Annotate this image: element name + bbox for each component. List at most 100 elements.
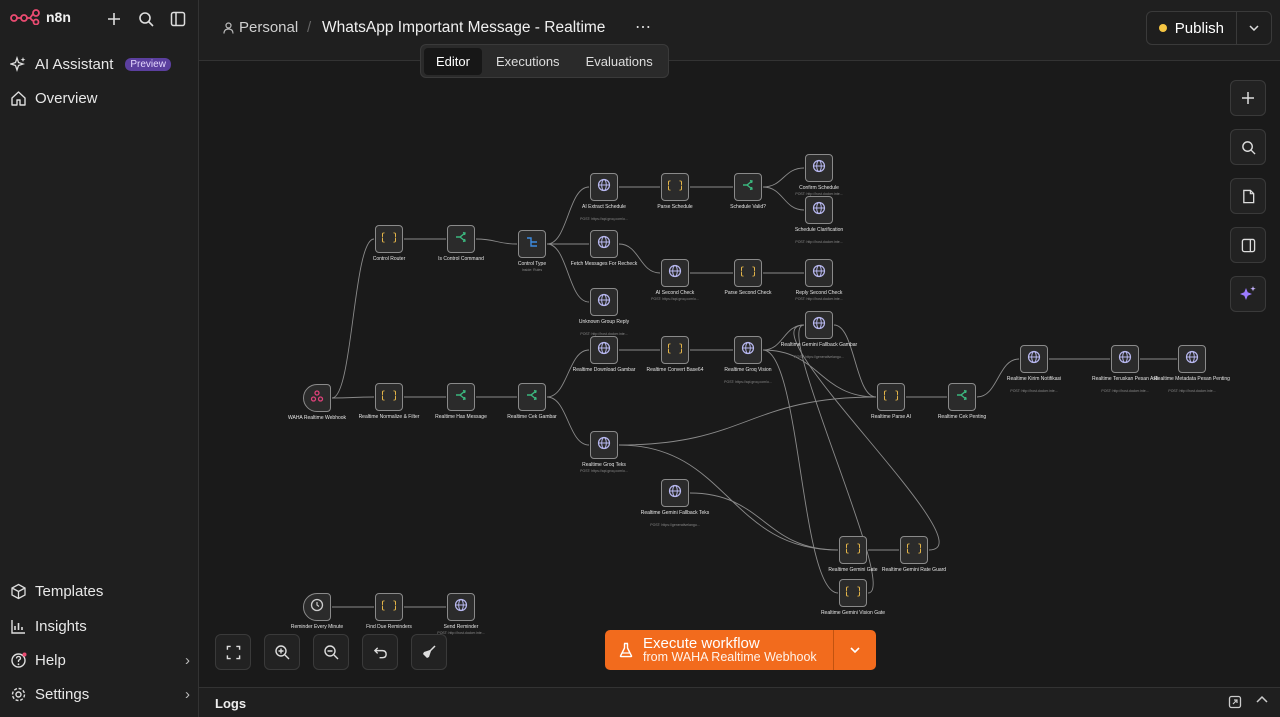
code-icon: { } [379,388,399,407]
chevron-right-icon: › [185,652,190,669]
svg-text:{ }: { } [741,264,755,277]
connection-line[interactable] [331,396,375,399]
workflow-canvas[interactable]: WAHA Realtime Webhook { } Control Router Is… [199,61,1280,687]
workflow-node-sched-valid[interactable] [734,173,762,201]
sticky-note-button[interactable] [1230,178,1266,214]
execute-subtitle: from WAHA Realtime Webhook [643,650,817,665]
http-icon [597,341,611,360]
workflow-node-gemini-fb-gambar[interactable] [805,311,833,339]
sidebar-item-templates[interactable]: Templates [10,583,190,600]
workflow-node-cek-penting[interactable] [948,383,976,411]
connection-line[interactable] [618,243,661,274]
workflow-node-reply-second[interactable] [805,259,833,287]
connection-line[interactable] [546,186,590,245]
publish-dropdown-button[interactable] [1237,12,1271,44]
workflow-node-normalize[interactable]: { } [375,383,403,411]
workflow-node-ai-extract[interactable] [590,173,618,201]
sidebar-item-overview[interactable]: Overview [10,90,190,107]
workflow-node-parse-sched[interactable]: { } [661,173,689,201]
workflow-node-cek-gambar[interactable] [518,383,546,411]
zoom-in-button[interactable] [264,634,300,670]
workflow-node-unknown[interactable] [590,288,618,316]
pop-out-icon[interactable] [1228,695,1242,709]
execute-workflow-button[interactable]: Execute workflow from WAHA Realtime Webh… [605,630,834,670]
sidebar-item-label: Templates [35,583,104,600]
tab-editor[interactable]: Editor [424,47,482,75]
workflow-node-vision-gate[interactable]: { } [839,579,867,607]
connection-line[interactable] [618,396,877,446]
workflow-node-send-rem[interactable] [447,593,475,621]
add-node-button[interactable] [1230,80,1266,116]
tidy-up-button[interactable] [411,634,447,670]
search-nodes-button[interactable] [1230,129,1266,165]
n8n-logo[interactable]: n8n [10,9,71,25]
workflow-node-kirim[interactable] [1020,345,1048,373]
workflow-node-clarify[interactable] [805,196,833,224]
connection-line[interactable] [833,324,877,398]
chevron-right-icon: › [185,686,190,703]
workflow-node-gemini-fb-teks[interactable] [661,479,689,507]
connection-line[interactable] [689,492,839,551]
connection-line[interactable] [475,238,518,245]
sidebar-item-ai-assistant[interactable]: AI Assistant Preview [10,56,190,73]
workflow-node-gemini-gate[interactable]: { } [839,536,867,564]
workflow-node-confirm[interactable] [805,154,833,182]
workflow-name[interactable]: WhatsApp Important Message - Realtime [322,19,605,37]
node-label: Control Type [517,261,547,267]
sidebar-item-label: Help [35,652,66,669]
sidebar-item-insights[interactable]: Insights [10,618,190,635]
collapse-sidebar-icon[interactable] [167,8,189,30]
workflow-node-groq-vision[interactable] [734,336,762,364]
tab-executions[interactable]: Executions [484,48,572,75]
workflow-node-waha[interactable] [303,384,331,412]
search-icon[interactable] [135,8,157,30]
workflow-node-teruskan[interactable] [1111,345,1139,373]
node-subtitle: POST: http://host.docker.inte... [795,297,843,301]
workflow-node-parse-ai[interactable]: { } [877,383,905,411]
connection-line[interactable] [546,349,590,398]
publish-button[interactable]: Publish [1147,12,1237,44]
workflow-node-has-msg[interactable] [447,383,475,411]
connection-line[interactable] [546,396,590,446]
workflow-node-metadata[interactable] [1178,345,1206,373]
tab-evaluations[interactable]: Evaluations [574,48,665,75]
sidebar-item-label: Settings [35,686,90,703]
code-icon: { } [379,598,399,617]
http-icon [1185,350,1199,369]
workflow-node-parse-second[interactable]: { } [734,259,762,287]
chevron-down-icon [1249,25,1259,31]
sparkles-icon [10,56,26,73]
workflow-node-reminder[interactable] [303,593,331,621]
node-label: AI Extract Schedule [582,204,626,210]
sidebar-item-label: AI Assistant [35,56,114,73]
workflow-node-ai-second[interactable] [661,259,689,287]
workflow-node-find-due[interactable]: { } [375,593,403,621]
svg-text:{ }: { } [382,598,396,611]
logs-panel-bar[interactable]: Logs [199,687,1280,717]
fit-view-button[interactable] [215,634,251,670]
more-options-icon[interactable]: ⋯ [635,17,651,37]
workflow-node-is-ctrl[interactable] [447,225,475,253]
workflow-node-ctrl-router[interactable]: { } [375,225,403,253]
connection-line[interactable] [618,444,839,551]
chevron-up-icon[interactable] [1256,695,1268,703]
workflow-node-ctrl-type[interactable] [518,230,546,258]
workflow-node-groq-teks[interactable] [590,431,618,459]
sidebar-item-help[interactable]: Help › [10,652,190,669]
connection-line[interactable] [762,349,839,594]
execute-dropdown-button[interactable] [834,630,876,670]
zoom-out-button[interactable] [313,634,349,670]
workflow-node-fetch[interactable] [590,230,618,258]
add-icon[interactable] [103,8,125,30]
connection-line[interactable] [331,238,375,399]
workflow-node-rate-guard[interactable]: { } [900,536,928,564]
sidebar-item-settings[interactable]: Settings › [10,686,190,703]
connection-line[interactable] [546,243,590,303]
toggle-panel-button[interactable] [1230,227,1266,263]
ai-builder-button[interactable] [1230,276,1266,312]
node-subtitle: POST: https://api.groq.com/o... [724,380,772,384]
workflow-node-convert[interactable]: { } [661,336,689,364]
breadcrumb-project[interactable]: Personal [223,19,298,36]
undo-button[interactable] [362,634,398,670]
workflow-node-download[interactable] [590,336,618,364]
